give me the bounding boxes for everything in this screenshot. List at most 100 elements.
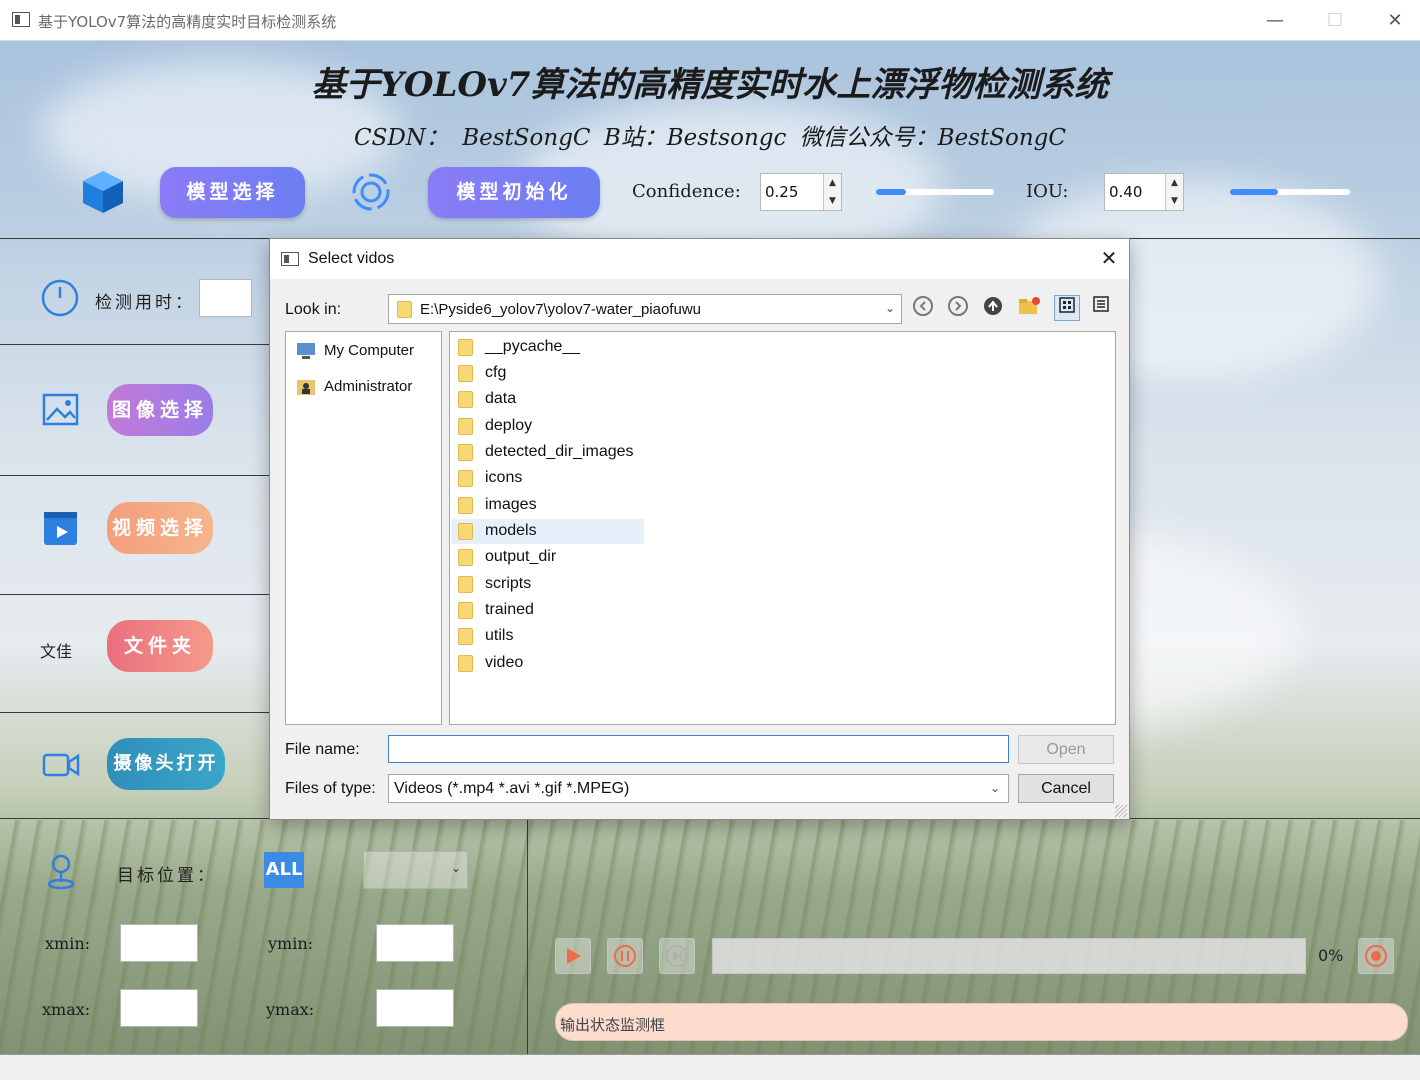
list-item[interactable]: images [452, 493, 644, 518]
divider [0, 475, 270, 476]
list-item-label: scripts [485, 575, 532, 592]
folder-icon [458, 339, 473, 356]
xmin-label: xmin: [45, 934, 91, 953]
detect-time-label: 检测用时： [95, 293, 195, 313]
target-select-combo[interactable]: ⌄ [363, 851, 468, 889]
files-of-type-label: Files of type: [285, 780, 376, 797]
icon-view-icon[interactable] [1054, 295, 1080, 321]
folder-icon [458, 470, 473, 487]
model-select-button[interactable]: 模型选择 [160, 167, 305, 218]
target-icon [352, 173, 390, 211]
iou-spinbox[interactable]: 0.40 ▲ ▼ [1104, 173, 1184, 211]
spin-up-icon[interactable]: ▲ [824, 174, 841, 192]
app-icon [12, 12, 30, 27]
list-item[interactable]: deploy [452, 414, 644, 439]
play-button[interactable] [555, 938, 591, 974]
ymin-label: ymin: [268, 934, 314, 953]
sidebar-item-administrator[interactable]: Administrator [296, 378, 412, 396]
file-name-label: File name: [285, 741, 360, 758]
computer-icon [297, 343, 315, 360]
cube-icon [83, 171, 123, 213]
list-item[interactable]: icons [452, 466, 644, 491]
spin-up-icon[interactable]: ▲ [1166, 174, 1183, 192]
forward-icon[interactable] [945, 295, 971, 321]
folder-side-label: 文佳 [40, 642, 73, 661]
maximize-button[interactable]: ☐ [1306, 0, 1364, 41]
page-title: 基于YOLOv7算法的高精度实时水上漂浮物检测系统 [311, 65, 1109, 105]
open-button[interactable]: Open [1018, 735, 1114, 764]
spin-down-icon[interactable]: ▼ [1166, 192, 1183, 210]
close-window-button[interactable]: ✕ [1366, 0, 1420, 41]
list-item[interactable]: utils [452, 624, 644, 649]
list-item[interactable]: trained [452, 598, 644, 623]
list-item-label: output_dir [485, 548, 557, 565]
files-of-type-combo[interactable]: Videos (*.mp4 *.avi *.gif *.MPEG) ⌄ [388, 774, 1009, 803]
cancel-button[interactable]: Cancel [1018, 774, 1114, 803]
look-in-combo[interactable]: E:\Pyside6_yolov7\yolov7-water_piaofuwu … [388, 294, 902, 324]
folder-icon [458, 655, 473, 672]
model-init-button[interactable]: 模型初始化 [428, 167, 600, 218]
file-name-input[interactable] [388, 735, 1009, 763]
iou-slider[interactable] [1230, 189, 1350, 195]
folder-icon [458, 576, 473, 593]
folder-select-button[interactable]: 文件夹 [107, 620, 213, 672]
status-output-box: 输出状态监测框 [555, 1003, 1408, 1041]
minimize-button[interactable]: — [1246, 0, 1304, 41]
list-item-label: video [485, 654, 524, 671]
list-item[interactable]: output_dir [452, 545, 644, 570]
divider [0, 712, 270, 713]
image-select-button[interactable]: 图像选择 [107, 384, 213, 436]
divider [0, 594, 270, 595]
sidebar-item-label: Administrator [324, 378, 413, 395]
play-icon [567, 948, 581, 964]
resize-grip-icon[interactable] [1115, 805, 1127, 817]
chevron-down-icon: ⌄ [884, 301, 895, 315]
dialog-close-button[interactable]: ✕ [1096, 247, 1122, 271]
detect-time-field [199, 279, 252, 317]
spin-down-icon[interactable]: ▼ [824, 192, 841, 210]
pause-icon [614, 945, 636, 967]
back-icon[interactable] [910, 295, 936, 321]
camera-open-button[interactable]: 摄像头打开 [107, 738, 225, 790]
record-button[interactable] [1358, 938, 1394, 974]
list-item-selected[interactable]: models [452, 519, 644, 544]
folder-icon [458, 391, 473, 408]
dialog-titlebar: Select vidos ✕ [270, 239, 1129, 279]
image-icon [42, 393, 79, 426]
video-select-button[interactable]: 视频选择 [107, 502, 213, 554]
confidence-slider[interactable] [876, 189, 994, 195]
all-targets-icon[interactable]: ALL [264, 852, 304, 888]
list-item-label: __pycache__ [485, 338, 581, 355]
xmax-label: xmax: [42, 1000, 91, 1019]
list-item-label: deploy [485, 417, 533, 434]
window-title: 基于YOLOv7算法的高精度实时目标检测系统 [38, 13, 337, 31]
list-item[interactable]: scripts [452, 572, 644, 597]
progress-percent: 0% [1318, 946, 1344, 965]
spin-arrows: ▲ ▼ [1165, 174, 1183, 210]
current-path: E:\Pyside6_yolov7\yolov7-water_piaofuwu [420, 301, 701, 318]
confidence-value: 0.25 [765, 183, 799, 201]
confidence-spinbox[interactable]: 0.25 ▲ ▼ [760, 173, 842, 211]
video-progress-bar[interactable] [712, 938, 1306, 974]
list-item[interactable]: __pycache__ [452, 335, 644, 360]
list-item[interactable]: data [452, 387, 644, 412]
list-item[interactable]: video [452, 651, 644, 676]
sidebar-item-label: My Computer [324, 342, 415, 359]
list-item-label: utils [485, 627, 514, 644]
chevron-down-icon: ⌄ [989, 781, 1000, 795]
list-item-label: detected_dir_images [485, 443, 634, 460]
stop-button[interactable] [659, 938, 695, 974]
dialog-app-icon [281, 252, 299, 266]
iou-label: IOU: [1026, 181, 1069, 202]
folder-icon [397, 301, 412, 318]
detail-view-icon[interactable] [1088, 295, 1114, 321]
ymin-field [376, 924, 454, 962]
parent-folder-icon[interactable] [980, 295, 1006, 321]
pause-button[interactable] [607, 938, 643, 974]
spin-arrows: ▲ ▼ [823, 174, 841, 210]
look-in-label: Look in: [285, 301, 342, 318]
new-folder-icon[interactable] [1016, 295, 1042, 321]
list-item[interactable]: detected_dir_images [452, 440, 644, 465]
list-item[interactable]: cfg [452, 361, 644, 386]
sidebar-item-my-computer[interactable]: My Computer [296, 342, 414, 360]
